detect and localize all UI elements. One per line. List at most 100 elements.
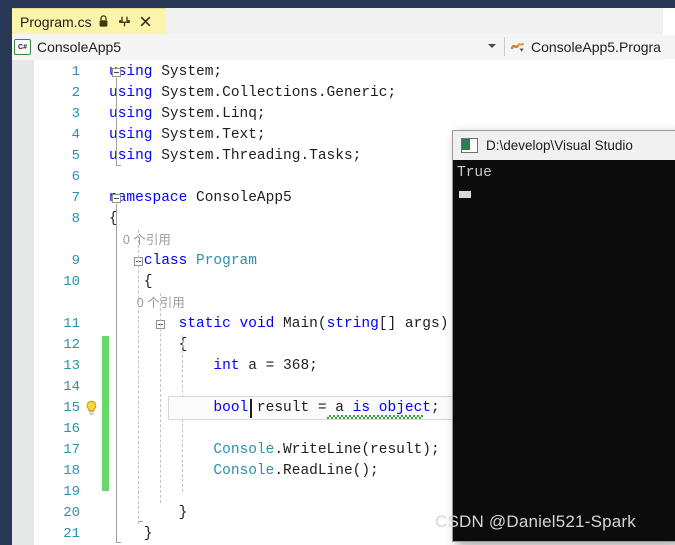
code-token: Console	[213, 463, 275, 479]
code-text[interactable]: using System.Linq;	[109, 104, 266, 125]
code-token: .ReadLine();	[274, 463, 379, 479]
close-icon[interactable]	[137, 12, 155, 32]
text-caret	[249, 399, 252, 418]
code-token: System.Collections.Generic;	[161, 85, 397, 101]
member-dropdown[interactable]: ConsoleApp5.Progra	[510, 35, 675, 59]
code-text[interactable]: }	[109, 503, 188, 524]
console-output-area[interactable]: True	[453, 160, 675, 541]
fold-guide-usings	[116, 78, 117, 166]
method-icon	[510, 40, 526, 54]
console-window[interactable]: D:\develop\Visual Studio True	[452, 130, 675, 542]
line-number: 13	[63, 358, 80, 374]
visual-studio-window: Program.cs C# ConsoleApp5 ConsoleApp5.Pr…	[0, 0, 675, 545]
editor-navigation-bar: C# ConsoleApp5 ConsoleApp5.Progra	[12, 34, 675, 61]
code-text[interactable]: using System.Text;	[109, 125, 266, 146]
code-text[interactable]: using System;	[109, 62, 222, 83]
csharp-icon: C#	[14, 39, 31, 55]
fold-guide-namespace	[116, 204, 117, 543]
line-number: 21	[63, 526, 80, 542]
code-text[interactable]: class Program	[109, 251, 257, 272]
line-number: 8	[71, 211, 80, 227]
line-number: 7	[71, 190, 80, 206]
line-number: 9	[71, 253, 80, 269]
code-text[interactable]: int a = 368;	[109, 356, 318, 377]
code-token: 368;	[283, 358, 318, 374]
code-token: 0 个引用	[109, 233, 171, 247]
code-token: bool	[213, 400, 249, 416]
line-number: 20	[63, 505, 80, 521]
code-token: }	[109, 505, 188, 521]
console-output-line: True	[457, 165, 492, 181]
window-chrome-right	[663, 0, 675, 8]
tab-label: Program.cs	[20, 13, 92, 30]
fold-end-namespace	[116, 542, 121, 543]
code-token: namespace	[109, 190, 197, 206]
code-text[interactable]: Console.WriteLine(result);	[109, 440, 440, 461]
line-number: 19	[63, 484, 80, 500]
code-token: 0 个引用	[109, 296, 185, 310]
line-number: 5	[71, 148, 80, 164]
code-token: ;	[430, 400, 440, 416]
lightbulb-quick-actions-icon[interactable]	[84, 400, 99, 416]
code-text[interactable]: {	[109, 335, 188, 356]
code-token: .WriteLine(result);	[274, 442, 440, 458]
code-line[interactable]: 3 using System.Linq;	[12, 104, 663, 125]
watermark: CSDN @Daniel521-Spark	[435, 512, 636, 531]
line-number: 10	[63, 274, 80, 290]
code-token: static void	[178, 316, 284, 332]
window-chrome-left	[0, 0, 12, 545]
line-number: 17	[63, 442, 80, 458]
member-label: ConsoleApp5.Progra	[531, 39, 661, 55]
fold-toggle-usings[interactable]	[112, 68, 121, 77]
code-token: a =	[248, 358, 284, 374]
fold-toggle-namespace[interactable]	[112, 194, 121, 203]
code-text[interactable]: using System.Threading.Tasks;	[109, 146, 361, 167]
pin-icon[interactable]	[116, 12, 134, 32]
document-tab-strip: Program.cs	[12, 8, 663, 34]
error-squiggle	[327, 415, 423, 419]
console-app-icon	[461, 138, 478, 153]
code-token: class	[143, 253, 197, 269]
line-number: 11	[63, 316, 80, 332]
tab-program-cs[interactable]: Program.cs	[12, 8, 165, 34]
line-number: 6	[71, 169, 80, 185]
project-type-dropdown[interactable]: C# ConsoleApp5	[14, 35, 502, 59]
code-token: System.Threading.Tasks;	[161, 148, 362, 164]
line-number: 16	[63, 421, 80, 437]
code-text[interactable]: Console.ReadLine();	[109, 461, 379, 482]
line-number: 1	[71, 64, 80, 80]
line-number: 4	[71, 127, 80, 143]
code-text[interactable]: namespace ConsoleApp5	[109, 188, 292, 209]
code-line[interactable]: 1 using System;	[12, 62, 663, 83]
console-title-label: D:\develop\Visual Studio	[486, 138, 633, 153]
project-type-label: ConsoleApp5	[37, 39, 122, 55]
code-token: is object	[352, 400, 431, 416]
code-token: System.Linq;	[161, 106, 266, 122]
code-text[interactable]: using System.Collections.Generic;	[109, 83, 396, 104]
line-number: 3	[71, 106, 80, 122]
code-token: System.Text;	[161, 127, 266, 143]
code-text[interactable]: 0 个引用	[109, 293, 185, 315]
line-number: 15	[63, 400, 80, 416]
fold-end-usings	[116, 165, 121, 166]
code-text[interactable]: 0 个引用	[109, 230, 171, 252]
navbar-divider	[504, 37, 505, 56]
code-line[interactable]: 2 using System.Collections.Generic;	[12, 83, 663, 104]
code-token: Console	[213, 442, 275, 458]
code-token: string	[326, 316, 379, 332]
console-cursor	[459, 191, 471, 198]
lock-icon[interactable]	[95, 12, 113, 32]
chevron-down-icon[interactable]	[488, 44, 496, 48]
code-token: {	[109, 337, 188, 353]
code-token: System;	[161, 64, 223, 80]
code-token: Program	[196, 253, 257, 269]
console-title-bar[interactable]: D:\develop\Visual Studio	[453, 131, 675, 160]
line-number: 2	[71, 85, 80, 101]
line-number: 14	[63, 379, 80, 395]
structure-guide-class	[138, 230, 139, 524]
